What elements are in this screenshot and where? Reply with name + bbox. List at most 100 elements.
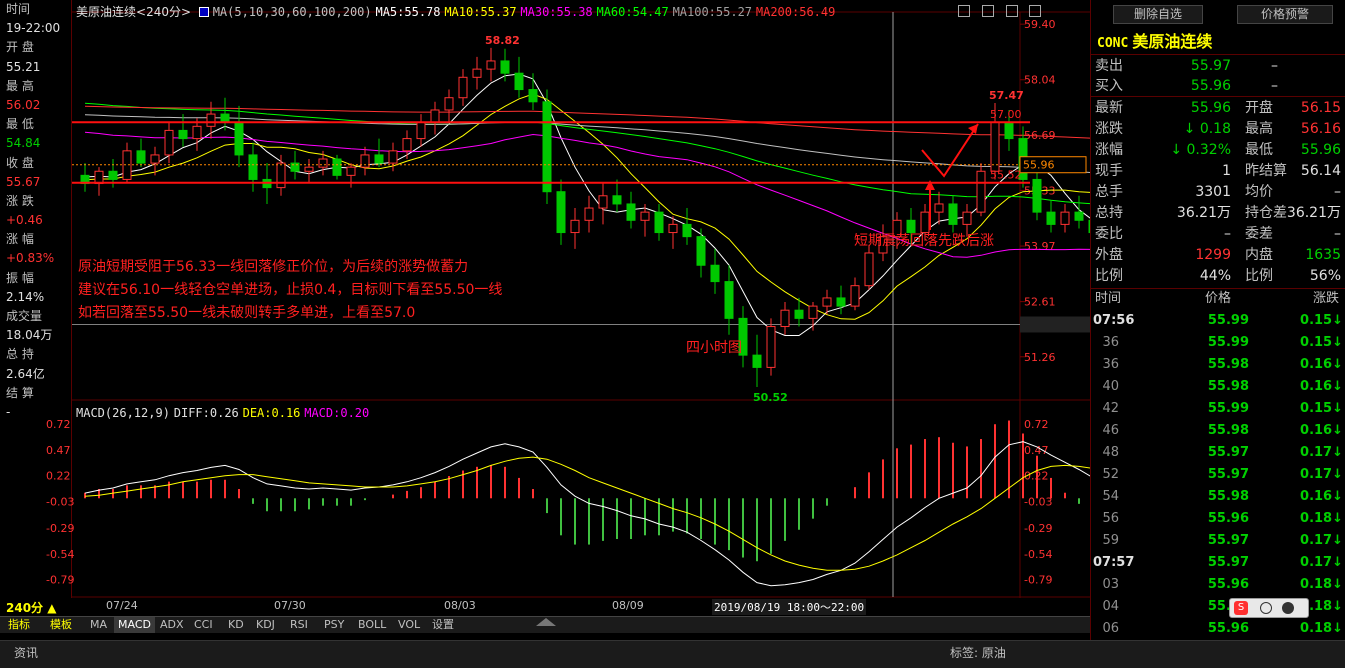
candle-body bbox=[584, 207, 594, 221]
tab-adx[interactable]: ADX bbox=[156, 617, 188, 633]
ma-settings-icon[interactable] bbox=[198, 7, 209, 17]
tick-change: 0.15↓ bbox=[1300, 401, 1343, 416]
candle-body bbox=[248, 154, 258, 180]
candle-body bbox=[276, 162, 286, 189]
macd-axis-label: 0.47 bbox=[1024, 444, 1049, 457]
quote-label: 比例 bbox=[1245, 268, 1273, 284]
quote-label: 总持 bbox=[1095, 205, 1123, 221]
tab-rsi[interactable]: RSI bbox=[286, 617, 312, 633]
macd-axis-label: 0.47 bbox=[46, 444, 71, 457]
analysis-line-1: 原油短期受阻于56.33一线回落修正价位，为后续的涨势做蓄力 bbox=[78, 259, 469, 275]
tab-kdj[interactable]: KDJ bbox=[252, 617, 279, 633]
tick-price: 55.97 bbox=[1207, 555, 1249, 570]
tag-label: 标签: 原油 bbox=[950, 646, 1006, 660]
candle-body bbox=[654, 211, 664, 234]
remove-favorite-button[interactable]: 删除自选 bbox=[1113, 5, 1203, 24]
tick-change: 0.17↓ bbox=[1300, 533, 1343, 548]
tab-macd[interactable]: MACD bbox=[114, 617, 155, 633]
tab-templates[interactable]: 模板 bbox=[46, 617, 76, 633]
macd-value: MACD:0.20 bbox=[304, 406, 370, 420]
quote-label: 最低 bbox=[1245, 142, 1273, 158]
price-alert-button[interactable]: 价格预警 bbox=[1237, 5, 1333, 24]
tab-cci[interactable]: CCI bbox=[190, 617, 217, 633]
tab-vol[interactable]: VOL bbox=[394, 617, 424, 633]
quote-panel: 删除自选 价格预警 CONC 美原油连续 卖出 55.97 – 买入 55.96 … bbox=[1090, 0, 1345, 640]
tick-time: 59 bbox=[1102, 533, 1119, 548]
divider bbox=[1091, 96, 1345, 97]
quote-label: 最高 bbox=[1245, 121, 1273, 137]
tab-psy[interactable]: PSY bbox=[320, 617, 348, 633]
tick-change: 0.17↓ bbox=[1300, 555, 1343, 570]
layout-icon[interactable] bbox=[1005, 5, 1018, 17]
tick-time: 03 bbox=[1102, 577, 1119, 592]
tick-time: 36 bbox=[1102, 335, 1119, 350]
quote-label: 开盘 bbox=[1245, 100, 1273, 116]
macd-axis-label: 0.72 bbox=[46, 418, 71, 431]
quote-row: 涨跌 ↓ 0.18 最高 56.16 bbox=[1091, 119, 1345, 140]
quote-row: 总持 36.21万 持仓差 36.21万 bbox=[1091, 203, 1345, 224]
candle-body bbox=[360, 154, 370, 168]
ime-menu-icon[interactable] bbox=[1282, 602, 1294, 614]
symbol-code: CONC bbox=[1097, 36, 1129, 51]
candle-body bbox=[556, 191, 566, 234]
candle-body bbox=[528, 89, 538, 103]
candle-body bbox=[500, 60, 510, 74]
candle-body bbox=[682, 223, 692, 238]
candle-body bbox=[402, 138, 412, 152]
chart-symbol-name: 美原油连续 bbox=[76, 5, 137, 19]
ma200-value: MA200:56.49 bbox=[755, 5, 836, 19]
forecast-note: 短期震荡回落先跌后涨 bbox=[854, 233, 994, 249]
cursor-time: 2019/08/19 18:00～22:00 bbox=[712, 599, 867, 615]
candle-body bbox=[136, 150, 146, 164]
candle-body bbox=[976, 170, 986, 213]
close-icon[interactable] bbox=[1029, 5, 1042, 17]
period-selector[interactable]: 240分 ▲ bbox=[6, 599, 56, 616]
tab-ma[interactable]: MA bbox=[86, 617, 111, 633]
quote-value: ↓ 0.18 bbox=[1183, 121, 1231, 137]
tab-boll[interactable]: BOLL bbox=[354, 617, 390, 633]
low-mark-label: 50.52 bbox=[753, 391, 788, 404]
tick-header-change: 涨跌 bbox=[1313, 291, 1340, 306]
last-price-label: 55.96 bbox=[1023, 159, 1055, 172]
candle-body bbox=[108, 170, 118, 180]
candle-body bbox=[220, 113, 230, 123]
tick-price: 55.98 bbox=[1207, 357, 1249, 372]
ma-params: MA(5,10,30,60,100,200) bbox=[212, 5, 372, 19]
candle-body bbox=[710, 264, 720, 283]
symbol-header: CONC 美原油连续 bbox=[1097, 28, 1212, 52]
ime-logo-icon[interactable]: S bbox=[1234, 601, 1248, 615]
tab-indicators[interactable]: 指标 bbox=[4, 617, 34, 633]
price-axis-label: 52.61 bbox=[1024, 296, 1056, 309]
ime-clock-icon[interactable] bbox=[1260, 602, 1272, 614]
tick-row: 42 55.99 0.15↓ bbox=[1091, 398, 1345, 420]
ime-toolbar[interactable]: S bbox=[1229, 598, 1309, 618]
chart-title-bar: 美原油连续<240分> MA(5,10,30,60,100,200) MA5:5… bbox=[76, 3, 835, 20]
tick-price: 55.99 bbox=[1207, 401, 1249, 416]
candle-body bbox=[388, 150, 398, 164]
level-label: 55.52 bbox=[990, 169, 1022, 182]
candle-body bbox=[990, 121, 1000, 172]
expand-up-icon[interactable] bbox=[536, 618, 556, 626]
tick-row: 48 55.97 0.17↓ bbox=[1091, 442, 1345, 464]
tick-change: 0.16↓ bbox=[1300, 489, 1343, 504]
buy-row: 买入 55.96 – bbox=[1091, 76, 1345, 97]
zoom-icon[interactable] bbox=[981, 5, 994, 17]
sell-price: 55.97 bbox=[1190, 58, 1231, 74]
candle-body bbox=[640, 211, 650, 221]
tick-change: 0.16↓ bbox=[1300, 357, 1343, 372]
quote-value: 56.16 bbox=[1300, 121, 1341, 137]
tick-price: 55.98 bbox=[1207, 423, 1249, 438]
analysis-line-3: 如若回落至55.50一线未破则转手多单进，上看至57.0 bbox=[78, 305, 416, 321]
tab-settings[interactable]: 设置 bbox=[428, 617, 458, 633]
tick-price: 55.99 bbox=[1207, 335, 1249, 350]
candle-body bbox=[1074, 211, 1084, 221]
grid-icon[interactable] bbox=[958, 5, 970, 17]
tab-news[interactable]: 资讯 bbox=[14, 644, 38, 661]
buy-price: 55.96 bbox=[1190, 78, 1231, 94]
tab-kd[interactable]: KD bbox=[224, 617, 248, 633]
tick-row: 46 55.98 0.16↓ bbox=[1091, 420, 1345, 442]
analysis-line-2: 建议在56.10一线轻仓空单进场，止损0.4，目标则下看至55.50一线 bbox=[78, 282, 503, 298]
tick-time: 46 bbox=[1102, 423, 1119, 438]
tick-price: 55.99 bbox=[1207, 313, 1249, 328]
candle-body bbox=[346, 166, 356, 176]
